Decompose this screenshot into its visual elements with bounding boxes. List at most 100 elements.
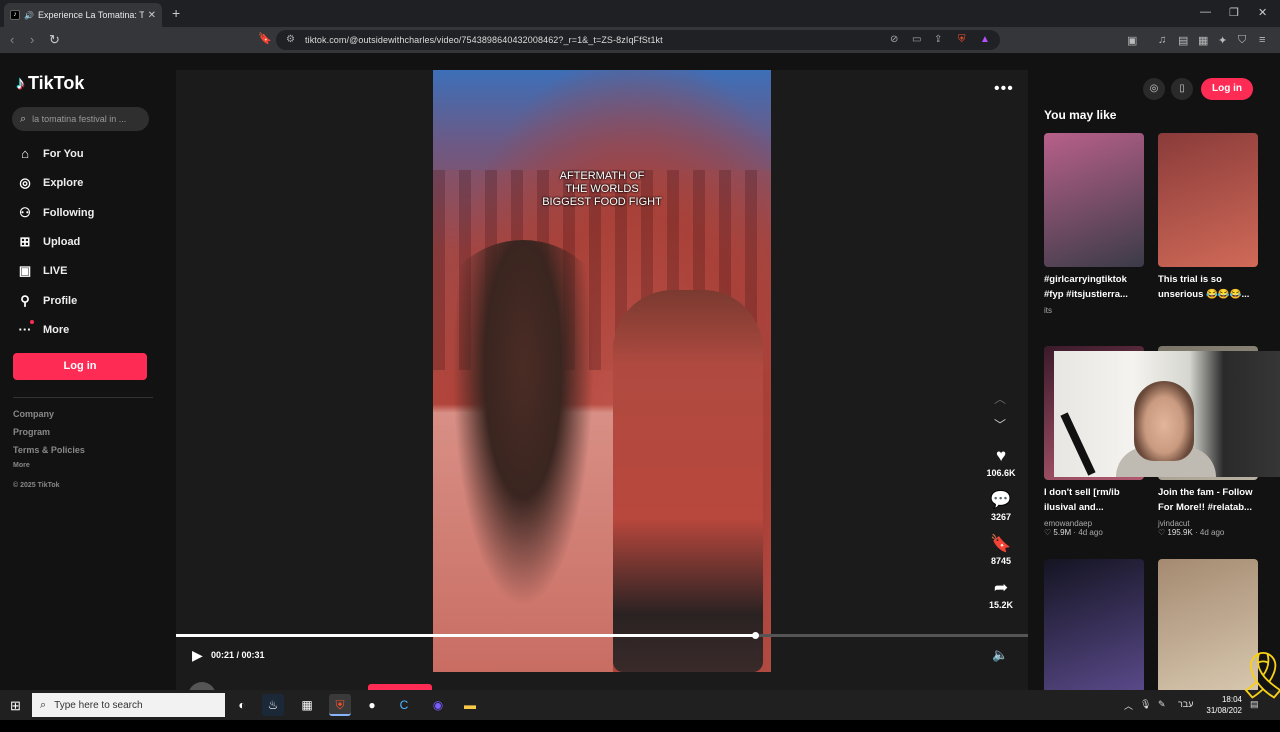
search-input[interactable]: ⌕ la tomatina festival in ...: [12, 107, 149, 131]
card-caption[interactable]: I don't sell [rm/ib ilusival and...: [1044, 485, 1144, 515]
music-icon[interactable]: ♫: [1158, 34, 1166, 46]
card-meta: jvindacutjvindacut♡ 195.9K · 4d ago: [1158, 519, 1258, 537]
live-icon: ▣: [18, 263, 32, 278]
brave-shield-icon[interactable]: ⛨: [958, 34, 966, 45]
sidebar-icon[interactable]: ▤: [1178, 34, 1188, 47]
logo-text: TikTok: [28, 73, 85, 93]
card-author[interactable]: jvindacut: [1158, 519, 1258, 528]
nav-following[interactable]: ⚇ Following: [16, 205, 94, 221]
site-info-icon[interactable]: ⚙: [286, 34, 295, 45]
pen-tray-icon[interactable]: ✎: [1158, 699, 1166, 710]
windows-start-icon[interactable]: ⊞: [10, 698, 21, 714]
app-icon[interactable]: C: [393, 694, 415, 716]
video-frame[interactable]: AFTERMATH OF THE WORLDS BIGGEST FOOD FIG…: [433, 70, 771, 672]
forward-icon[interactable]: ›: [30, 32, 34, 47]
nav-for-you[interactable]: ⌂ For You: [16, 146, 83, 161]
reader-icon[interactable]: ▣: [1127, 34, 1137, 47]
video-thumbnail[interactable]: [1158, 133, 1258, 267]
url-text: tiktok.com/@outsidewithcharles/video/754…: [305, 35, 663, 45]
card-caption[interactable]: #girlcarryingtiktok #fyp #itsjustierra..…: [1044, 272, 1144, 302]
play-icon[interactable]: ▶: [192, 647, 203, 664]
card-age: 4d ago: [1199, 528, 1225, 537]
wallet-icon[interactable]: ▦: [1198, 34, 1208, 47]
volume-icon[interactable]: 🔈: [992, 647, 1008, 663]
back-icon[interactable]: ‹: [10, 32, 14, 47]
close-window-button[interactable]: ✕: [1258, 6, 1267, 19]
no-tracking-icon[interactable]: ⊘: [890, 34, 898, 45]
search-icon: ⌕: [20, 112, 27, 125]
heart-outline-icon: ♡: [1158, 528, 1168, 537]
video-progress-bar[interactable]: [176, 632, 1028, 639]
card-author[interactable]: its: [1044, 306, 1144, 315]
speaker-icon[interactable]: 🔊: [24, 11, 34, 20]
login-button[interactable]: Log in: [13, 353, 147, 380]
tray-chevron-icon[interactable]: ︿: [1124, 699, 1133, 712]
tiktok-logo[interactable]: ♪ TikTok: [16, 73, 84, 94]
home-icon: ⌂: [21, 146, 29, 161]
video-thumbnail[interactable]: [1044, 133, 1144, 267]
heart-icon[interactable]: ♥: [976, 446, 1026, 466]
restore-button[interactable]: ❐: [1229, 6, 1239, 19]
nav-explore[interactable]: ◎ Explore: [16, 175, 83, 191]
tab-title: Experience La Tomatina: The: [37, 10, 144, 20]
footer-program[interactable]: Program: [13, 427, 50, 437]
save-count: 8745: [990, 556, 1012, 566]
footer-terms[interactable]: Terms & Policies: [13, 445, 85, 455]
share-icon[interactable]: ⇪: [934, 34, 942, 45]
nav-profile[interactable]: ⚲ Profile: [16, 293, 77, 309]
screen-icon[interactable]: ▭: [912, 34, 921, 45]
video-time: 00:21 / 00:31: [211, 650, 265, 660]
footer-more[interactable]: More: [13, 462, 30, 469]
comment-action[interactable]: 💬 3267: [976, 490, 1026, 522]
device-icon[interactable]: ▯: [1171, 78, 1193, 100]
nav-more[interactable]: ··· More: [16, 320, 69, 337]
more-options-icon[interactable]: •••: [994, 80, 1014, 98]
share-arrow-icon[interactable]: ➦: [976, 578, 1026, 598]
microphone-arm: [1060, 412, 1096, 476]
ai-icon[interactable]: ✦: [1218, 34, 1227, 47]
discord-icon[interactable]: ◉: [427, 694, 449, 716]
nav-live[interactable]: ▣ LIVE: [16, 263, 68, 279]
vpn-icon[interactable]: ⛉: [1238, 34, 1246, 47]
card-author[interactable]: emowandaep: [1044, 519, 1144, 528]
app-icon[interactable]: ●: [361, 694, 383, 716]
url-field[interactable]: ⚙ tiktok.com/@outsidewithcharles/video/7…: [276, 30, 1000, 50]
comment-icon[interactable]: 💬: [976, 490, 1026, 510]
save-action[interactable]: 🔖 8745: [976, 534, 1026, 566]
bookmark-save-icon[interactable]: 🔖: [976, 534, 1026, 554]
card-likes: 5.9M: [1053, 528, 1072, 537]
new-tab-button[interactable]: +: [172, 5, 180, 21]
coin-icon[interactable]: ◎: [1143, 78, 1165, 100]
chevron-up-icon[interactable]: ︿: [994, 390, 1006, 407]
app-icon[interactable]: ▦: [296, 694, 318, 716]
search-placeholder: la tomatina festival in ...: [32, 114, 127, 124]
video-thumbnail[interactable]: [1044, 559, 1144, 693]
language-indicator[interactable]: עבר: [1178, 699, 1193, 709]
bookmark-icon[interactable]: 🔖: [258, 32, 272, 45]
minimize-button[interactable]: —: [1200, 6, 1211, 18]
like-action[interactable]: ♥ 106.6K: [976, 446, 1026, 478]
taskbar-search-input[interactable]: ⌕ Type here to search: [32, 693, 225, 717]
video-card[interactable]: This trial is so unserious 😂😂😂...: [1158, 133, 1258, 306]
card-meta: its: [1044, 306, 1144, 315]
tab-close-icon[interactable]: ✕: [148, 10, 156, 21]
brave-browser-icon[interactable]: ⛨: [329, 694, 351, 716]
share-action[interactable]: ➦ 15.2K: [976, 578, 1026, 610]
mic-tray-icon[interactable]: 🎙: [1140, 699, 1151, 710]
card-caption[interactable]: Join the fam - Follow For More!! #relata…: [1158, 485, 1258, 515]
browser-tab[interactable]: ♪ 🔊 Experience La Tomatina: The ✕: [4, 3, 162, 27]
top-login-button[interactable]: Log in: [1201, 78, 1253, 100]
footer-company[interactable]: Company: [13, 409, 54, 419]
video-player[interactable]: AFTERMATH OF THE WORLDS BIGGEST FOOD FIG…: [176, 70, 1028, 710]
steam-icon[interactable]: ♨: [262, 694, 284, 716]
brave-rewards-icon[interactable]: ▲: [980, 34, 990, 45]
video-card[interactable]: #girlcarryingtiktok #fyp #itsjustierra..…: [1044, 133, 1144, 315]
reload-icon[interactable]: ↻: [49, 32, 60, 48]
nav-label: Explore: [43, 177, 84, 189]
nav-upload[interactable]: ⊞ Upload: [16, 234, 81, 250]
chevron-down-icon[interactable]: ﹀: [994, 416, 1006, 433]
file-explorer-icon[interactable]: ▬: [459, 694, 481, 716]
speed-app-icon[interactable]: ◐: [231, 694, 253, 716]
card-caption[interactable]: This trial is so unserious 😂😂😂...: [1158, 272, 1258, 302]
menu-icon[interactable]: ≡: [1259, 34, 1265, 46]
